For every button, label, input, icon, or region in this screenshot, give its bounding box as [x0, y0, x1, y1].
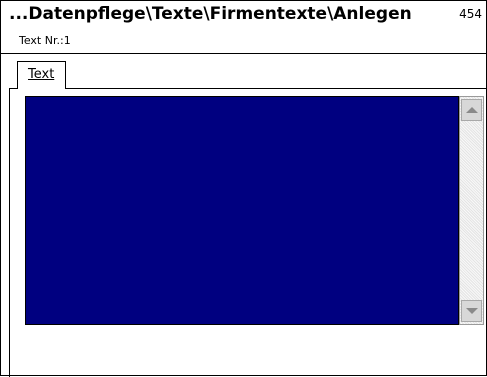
- tab-strip-divider-left: [9, 88, 17, 89]
- tab-text[interactable]: Text: [17, 61, 66, 89]
- record-counter: 454: [459, 7, 482, 21]
- app-window: ...Datenpflege\Texte\Firmentexte\Anlegen…: [0, 0, 487, 377]
- panel-left-border: [9, 88, 10, 377]
- page-title: ...Datenpflege\Texte\Firmentexte\Anlegen: [9, 4, 412, 24]
- tab-strip-divider: [17, 88, 486, 89]
- scroll-up-button[interactable]: [461, 99, 482, 121]
- vertical-scrollbar[interactable]: [459, 96, 484, 325]
- arrow-down-icon: [466, 308, 478, 314]
- header-bar: ...Datenpflege\Texte\Firmentexte\Anlegen…: [1, 1, 486, 54]
- record-subtitle: Text Nr.:1: [19, 34, 71, 47]
- arrow-up-icon: [466, 107, 478, 113]
- text-editor[interactable]: [25, 96, 459, 325]
- tab-text-label: Text: [28, 67, 55, 82]
- scroll-down-button[interactable]: [461, 300, 482, 322]
